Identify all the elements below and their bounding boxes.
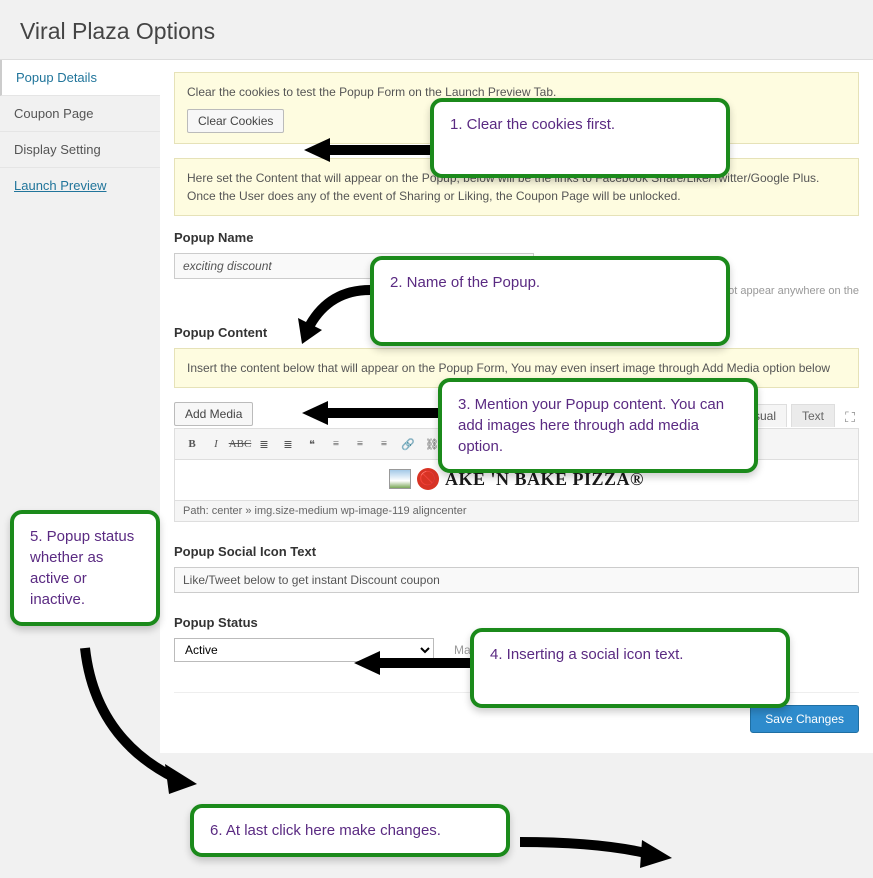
popup-social-label: Popup Social Icon Text [174,544,859,559]
main-panel: Clear the cookies to test the Popup Form… [160,60,873,753]
bold-icon[interactable]: B [181,433,203,455]
kitchensink-icon[interactable]: ▦ [517,433,539,455]
rich-editor: B I ABC ≣ ≣ ❝ ≡ ≡ ≡ 🔗 ⛓ ▭ ✓ ⛶ ▦ 🚫 [174,428,859,522]
popup-status-select[interactable]: Active Inactive [174,638,434,662]
sidebar-item-popup-details[interactable]: Popup Details [0,60,160,96]
stop-icon: 🚫 [417,468,439,490]
align-left-icon[interactable]: ≡ [325,433,347,455]
link-icon[interactable]: 🔗 [397,433,419,455]
align-right-icon[interactable]: ≡ [373,433,395,455]
align-center-icon[interactable]: ≡ [349,433,371,455]
spellcheck-icon[interactable]: ✓ [469,433,491,455]
sidebar-item-coupon-page[interactable]: Coupon Page [0,96,160,132]
popup-content-notice: Insert the content below that will appea… [174,348,859,388]
blockquote-icon[interactable]: ❝ [301,433,323,455]
page-header: Viral Plaza Options [0,0,873,59]
bullet-list-icon[interactable]: ≣ [253,433,275,455]
popup-name-input[interactable] [174,253,534,279]
add-media-button[interactable]: Add Media [174,402,253,426]
sidebar-item-display-setting[interactable]: Display Setting [0,132,160,168]
editor-path: Path: center » img.size-medium wp-image-… [175,500,858,521]
popup-name-hint: Name your popup here. Name is just for y… [174,285,859,297]
popup-content-image[interactable]: 🚫 AKE 'N BAKE PIZZA® [389,468,644,490]
strike-icon[interactable]: ABC [229,433,251,455]
italic-icon[interactable]: I [205,433,227,455]
callout-6: 6. At last click here make changes. [190,804,510,857]
footer: Save Changes [174,692,859,733]
content-notice: Here set the Content that will appear on… [174,158,859,216]
distraction-free-icon[interactable]: ⛶ [841,408,859,426]
save-changes-button[interactable]: Save Changes [750,705,859,733]
editor-tabs: Visual Text [733,404,835,427]
image-thumb-icon [389,469,411,489]
editor-toolbar: B I ABC ≣ ≣ ❝ ≡ ≡ ≡ 🔗 ⛓ ▭ ✓ ⛶ ▦ [175,429,858,460]
clear-cookies-button[interactable]: Clear Cookies [187,109,284,133]
popup-social-input[interactable] [174,567,859,593]
number-list-icon[interactable]: ≣ [277,433,299,455]
editor-body[interactable]: 🚫 AKE 'N BAKE PIZZA® [175,460,858,500]
popup-name-label: Popup Name [174,230,859,245]
tab-text[interactable]: Text [791,404,835,427]
popup-status-hint: Make popup Active or Inactive [454,643,614,657]
fullscreen-icon[interactable]: ⛶ [493,433,515,455]
tab-visual[interactable]: Visual [733,404,787,427]
cookies-notice-text: Clear the cookies to test the Popup Form… [187,83,846,101]
cookies-notice: Clear the cookies to test the Popup Form… [174,72,859,144]
popup-status-label: Popup Status [174,615,859,630]
launch-preview-link[interactable]: Launch Preview [0,168,160,203]
sidebar: Popup Details Coupon Page Display Settin… [0,60,160,753]
arrow-6 [510,828,680,868]
unlink-icon[interactable]: ⛓ [421,433,443,455]
page-title: Viral Plaza Options [20,18,853,45]
more-icon[interactable]: ▭ [445,433,467,455]
banner-text: AKE 'N BAKE PIZZA® [445,469,644,490]
popup-content-label: Popup Content [174,325,859,340]
